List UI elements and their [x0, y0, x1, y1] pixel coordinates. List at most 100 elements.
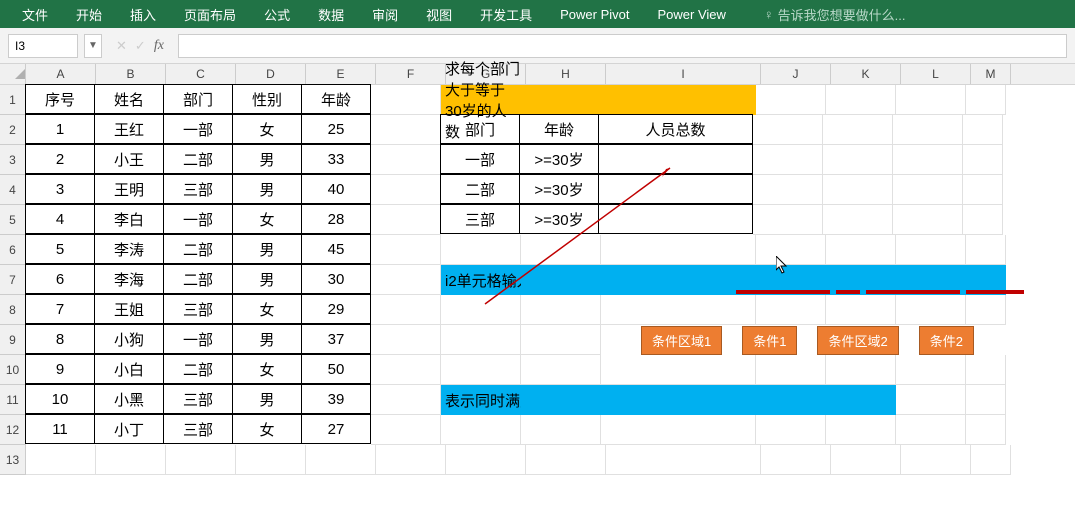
cell[interactable] [826, 415, 896, 445]
cell[interactable] [601, 235, 756, 265]
cell[interactable] [823, 115, 893, 145]
cell[interactable] [606, 445, 761, 475]
cell[interactable] [598, 204, 753, 234]
col-header[interactable]: M [971, 64, 1011, 84]
cell[interactable]: i2单元格输入公式=COUNTIFS($C$2:$C$12,G3,$E$2:$E… [441, 265, 521, 295]
cell[interactable] [601, 265, 756, 295]
cell[interactable] [441, 295, 521, 325]
cell[interactable]: 39 [301, 384, 371, 414]
cell[interactable]: 男 [232, 144, 302, 174]
cell[interactable] [966, 295, 1006, 325]
cell[interactable] [893, 175, 963, 205]
cell[interactable]: 三部 [163, 384, 233, 414]
cell[interactable]: 一部 [163, 324, 233, 354]
row-header[interactable]: 13 [0, 445, 26, 475]
cell[interactable]: 45 [301, 234, 371, 264]
cell[interactable] [521, 355, 601, 385]
cell[interactable]: 一部 [163, 114, 233, 144]
cell[interactable]: 10 [25, 384, 95, 414]
cell[interactable] [601, 355, 756, 385]
cell[interactable]: 王明 [94, 174, 164, 204]
cell[interactable] [756, 385, 826, 415]
cell[interactable] [371, 295, 441, 325]
cell[interactable]: 二部 [163, 354, 233, 384]
col-header[interactable]: I [606, 64, 761, 84]
cell[interactable] [963, 145, 1003, 175]
cell[interactable]: 11 [25, 414, 95, 444]
cell[interactable] [441, 325, 521, 355]
cell[interactable]: 部门 [163, 84, 233, 114]
cell[interactable] [896, 325, 966, 355]
cell[interactable] [371, 175, 441, 205]
cell[interactable]: 8 [25, 324, 95, 354]
cell[interactable] [753, 145, 823, 175]
cell[interactable] [236, 445, 306, 475]
cell[interactable]: 男 [232, 234, 302, 264]
cell[interactable] [376, 445, 446, 475]
cell[interactable] [521, 265, 601, 295]
cell[interactable]: 7 [25, 294, 95, 324]
tab-view[interactable]: 视图 [412, 1, 466, 28]
col-header[interactable]: J [761, 64, 831, 84]
row-header[interactable]: 12 [0, 415, 26, 445]
cell[interactable] [901, 445, 971, 475]
cell[interactable] [756, 265, 826, 295]
cell[interactable]: 三部 [163, 174, 233, 204]
cell[interactable] [893, 115, 963, 145]
cell[interactable] [826, 385, 896, 415]
cell[interactable] [761, 445, 831, 475]
cell[interactable] [966, 85, 1006, 115]
formula-input[interactable] [178, 34, 1067, 58]
col-header[interactable]: B [96, 64, 166, 84]
cell[interactable] [831, 445, 901, 475]
cell[interactable]: 小王 [94, 144, 164, 174]
name-box-dropdown[interactable]: ▼ [84, 34, 102, 58]
cell[interactable]: 小黑 [94, 384, 164, 414]
cell[interactable] [896, 235, 966, 265]
cell[interactable] [966, 355, 1006, 385]
row-header[interactable]: 6 [0, 235, 26, 265]
cell[interactable] [371, 205, 441, 235]
cell[interactable]: 年龄 [301, 84, 371, 114]
col-header[interactable]: E [306, 64, 376, 84]
tab-layout[interactable]: 页面布局 [170, 1, 250, 28]
cell[interactable] [966, 325, 1006, 355]
cell[interactable] [96, 445, 166, 475]
cell[interactable] [826, 295, 896, 325]
cell[interactable] [371, 325, 441, 355]
cell[interactable]: 性别 [232, 84, 302, 114]
cell[interactable]: 女 [232, 414, 302, 444]
cell[interactable] [753, 115, 823, 145]
cell[interactable] [826, 85, 896, 115]
cell[interactable]: 王姐 [94, 294, 164, 324]
cell[interactable]: 小丁 [94, 414, 164, 444]
cell[interactable]: 人员总数 [598, 114, 753, 144]
tab-powerview[interactable]: Power View [644, 3, 740, 26]
cell[interactable] [371, 265, 441, 295]
cell[interactable]: 27 [301, 414, 371, 444]
cell[interactable]: 二部 [440, 174, 520, 204]
select-all-corner[interactable] [0, 64, 26, 84]
cell[interactable] [371, 115, 441, 145]
cell[interactable] [26, 445, 96, 475]
cell[interactable] [971, 445, 1011, 475]
cell[interactable] [598, 144, 753, 174]
confirm-formula-icon[interactable]: ✓ [135, 38, 146, 54]
cell[interactable]: 女 [232, 354, 302, 384]
cell[interactable] [601, 295, 756, 325]
row-header[interactable]: 9 [0, 325, 26, 355]
cell[interactable] [896, 85, 966, 115]
cell[interactable] [756, 415, 826, 445]
cell[interactable] [756, 325, 826, 355]
cell[interactable]: 男 [232, 174, 302, 204]
cell[interactable] [756, 85, 826, 115]
cell[interactable] [526, 445, 606, 475]
tab-insert[interactable]: 插入 [116, 1, 170, 28]
row-header[interactable]: 1 [0, 85, 26, 115]
cell[interactable] [896, 355, 966, 385]
cell[interactable]: 求每个部门大于等于30岁的人数 [441, 85, 521, 115]
cell[interactable] [371, 385, 441, 415]
row-header[interactable]: 8 [0, 295, 26, 325]
tab-review[interactable]: 审阅 [358, 1, 412, 28]
cell[interactable] [826, 355, 896, 385]
